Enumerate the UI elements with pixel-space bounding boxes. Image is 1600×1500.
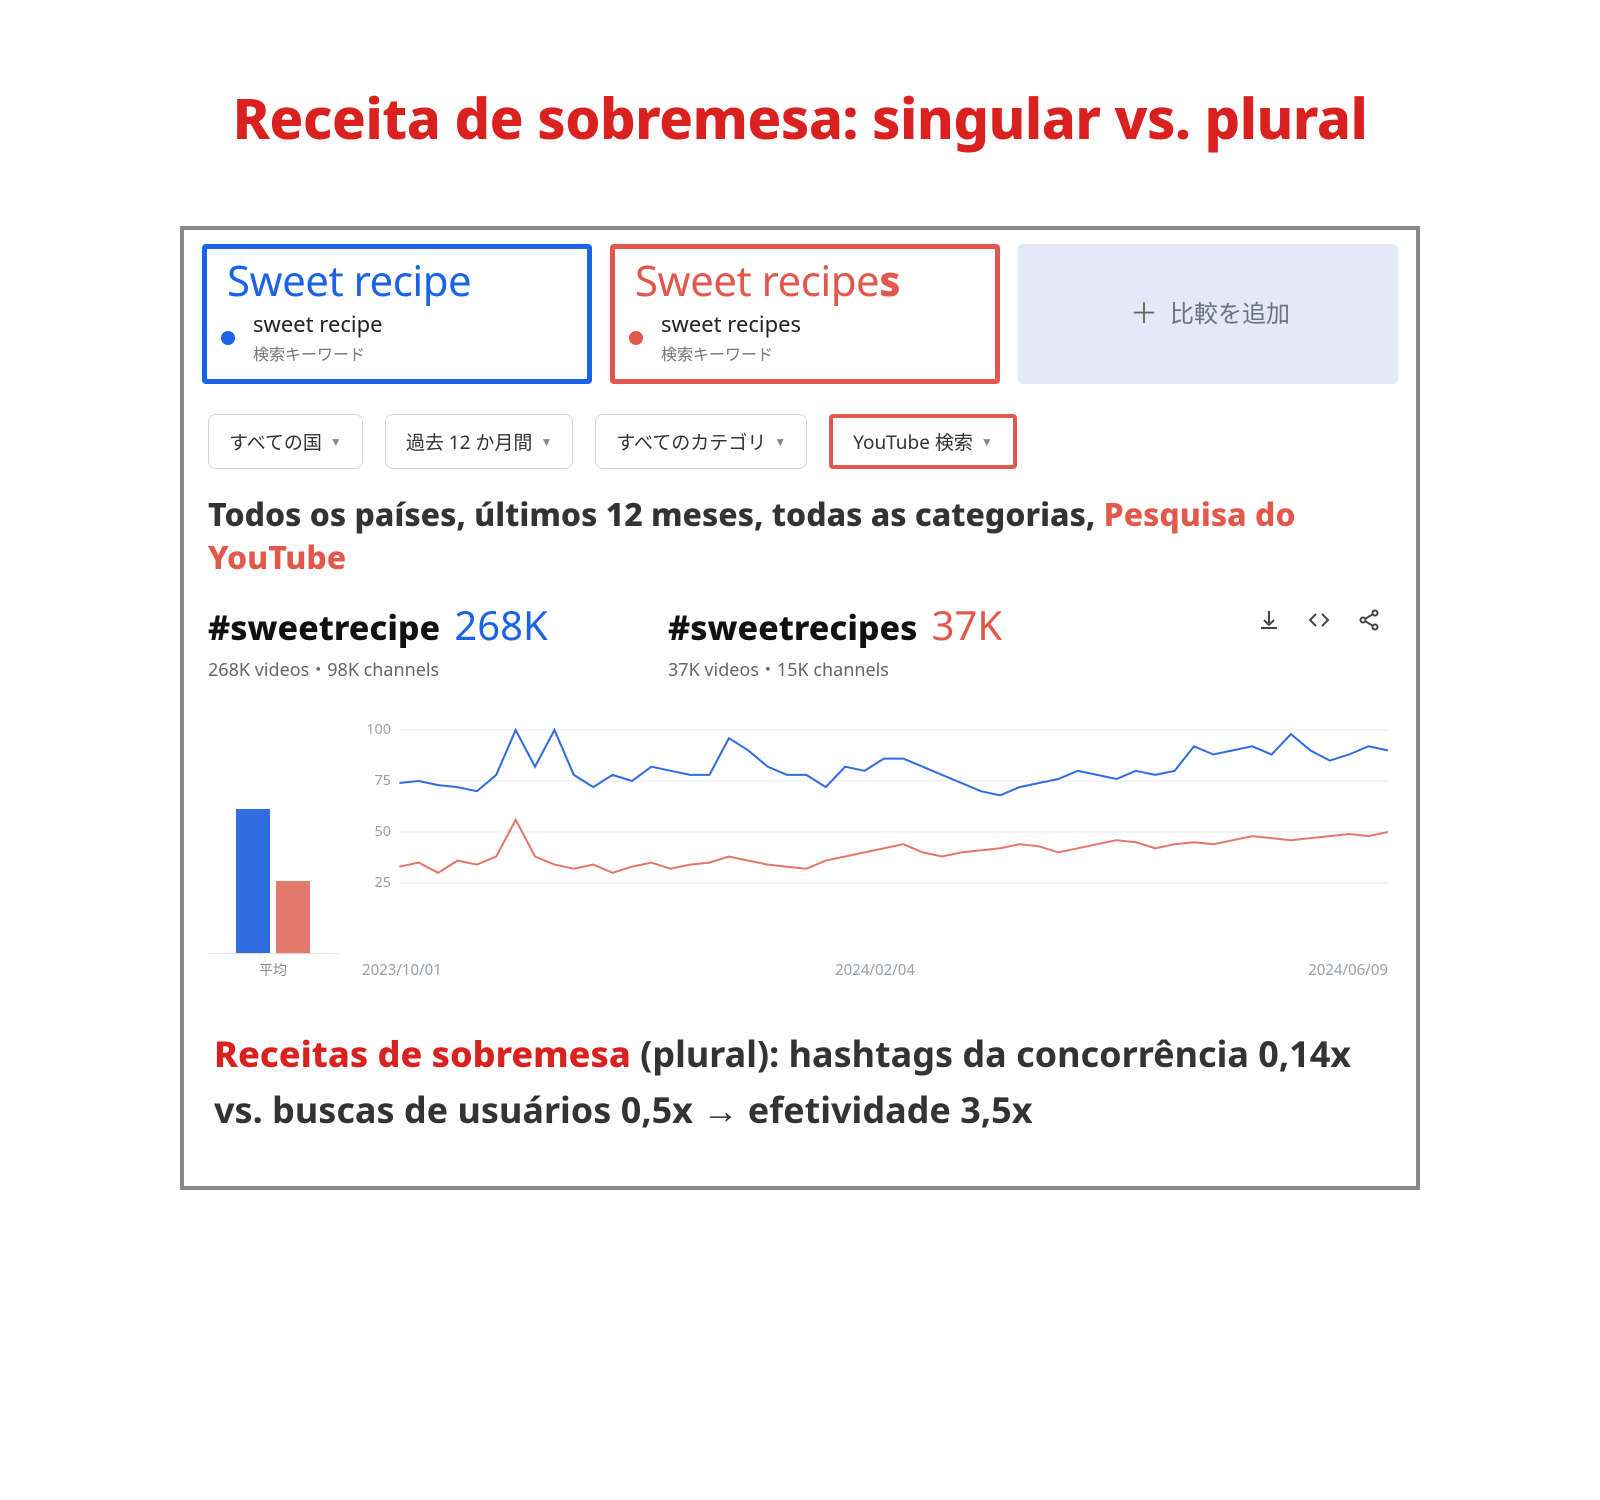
series-dot-red <box>629 331 643 345</box>
hashtag-row: #sweetrecipe 268K 268K videos・98K channe… <box>184 593 1416 684</box>
hashtag-block-1: #sweetrecipe 268K 268K videos・98K channe… <box>208 597 628 682</box>
chevron-down-icon: ▼ <box>981 433 993 450</box>
compare-term-1-type: 検索キーワード <box>253 341 571 365</box>
x-tick-1: 2023/10/01 <box>362 960 442 980</box>
chevron-down-icon: ▼ <box>774 433 786 450</box>
series-dot-blue <box>221 331 235 345</box>
hashtag-2-name: #sweetrecipes <box>668 604 918 650</box>
compare-term-2[interactable]: Sweet recipes sweet recipes 検索キーワード <box>610 244 1000 384</box>
filter-row: すべての国▼ 過去 12 か月間▼ すべてのカテゴリ▼ YouTube 検索▼ <box>184 408 1416 483</box>
compare-term-2-keyword: sweet recipes <box>661 309 979 339</box>
hashtag-block-2: #sweetrecipes 37K 37K videos・15K channel… <box>668 597 1088 682</box>
chevron-down-icon: ▼ <box>330 433 342 450</box>
x-tick-3: 2024/06/09 <box>1308 960 1388 980</box>
embed-icon[interactable] <box>1306 607 1332 633</box>
filter-source[interactable]: YouTube 検索▼ <box>829 414 1017 469</box>
share-icon[interactable] <box>1356 607 1382 633</box>
hashtag-2-sub: 37K videos・15K channels <box>668 656 1088 682</box>
hashtag-1-count: 268K <box>454 597 547 652</box>
chart-toolbar <box>1256 597 1392 633</box>
compare-term-1-display: Sweet recipe <box>227 259 571 303</box>
compare-term-2-display: Sweet recipes <box>635 259 979 303</box>
hashtag-1-name: #sweetrecipe <box>208 604 440 650</box>
avg-bar-red <box>276 881 310 953</box>
trends-panel: Sweet recipe sweet recipe 検索キーワード Sweet … <box>180 226 1420 1190</box>
svg-text:25: 25 <box>375 873 392 892</box>
x-tick-2: 2024/02/04 <box>835 960 915 980</box>
context-line: Todos os países, últimos 12 meses, todas… <box>184 483 1416 593</box>
compare-term-1[interactable]: Sweet recipe sweet recipe 検索キーワード <box>202 244 592 384</box>
line-chart: 25 50 75 100 2023/10/01 2024/02/04 2024/06/… <box>358 724 1392 980</box>
compare-term-2-type: 検索キーワード <box>661 341 979 365</box>
svg-text:100: 100 <box>366 724 391 739</box>
add-comparison-label: 比較を追加 <box>1170 294 1290 330</box>
compare-term-1-keyword: sweet recipe <box>253 309 571 339</box>
svg-text:50: 50 <box>375 822 392 841</box>
chart-area: 平均 25 50 75 100 2023/10/01 2024/02/04 2024/… <box>184 684 1416 990</box>
chevron-down-icon: ▼ <box>540 433 552 450</box>
compare-row: Sweet recipe sweet recipe 検索キーワード Sweet … <box>184 230 1416 408</box>
page-title: Receita de sobremesa: singular vs. plura… <box>180 80 1420 156</box>
x-axis-ticks: 2023/10/01 2024/02/04 2024/06/09 <box>358 954 1392 980</box>
avg-bar-blue <box>236 809 270 953</box>
conclusion-text: Receitas de sobremesa (plural): hashtags… <box>184 990 1416 1186</box>
plus-icon: ＋ <box>1130 292 1158 332</box>
average-bars: 平均 <box>208 774 338 980</box>
svg-text:75: 75 <box>375 771 392 790</box>
download-icon[interactable] <box>1256 607 1282 633</box>
hashtag-2-count: 37K <box>932 597 1003 652</box>
hashtag-1-sub: 268K videos・98K channels <box>208 656 628 682</box>
filter-range[interactable]: 過去 12 か月間▼ <box>385 414 574 469</box>
filter-category[interactable]: すべてのカテゴリ▼ <box>595 414 807 469</box>
add-comparison-button[interactable]: ＋ 比較を追加 <box>1018 244 1398 384</box>
filter-region[interactable]: すべての国▼ <box>208 414 363 469</box>
avg-label: 平均 <box>208 960 338 980</box>
